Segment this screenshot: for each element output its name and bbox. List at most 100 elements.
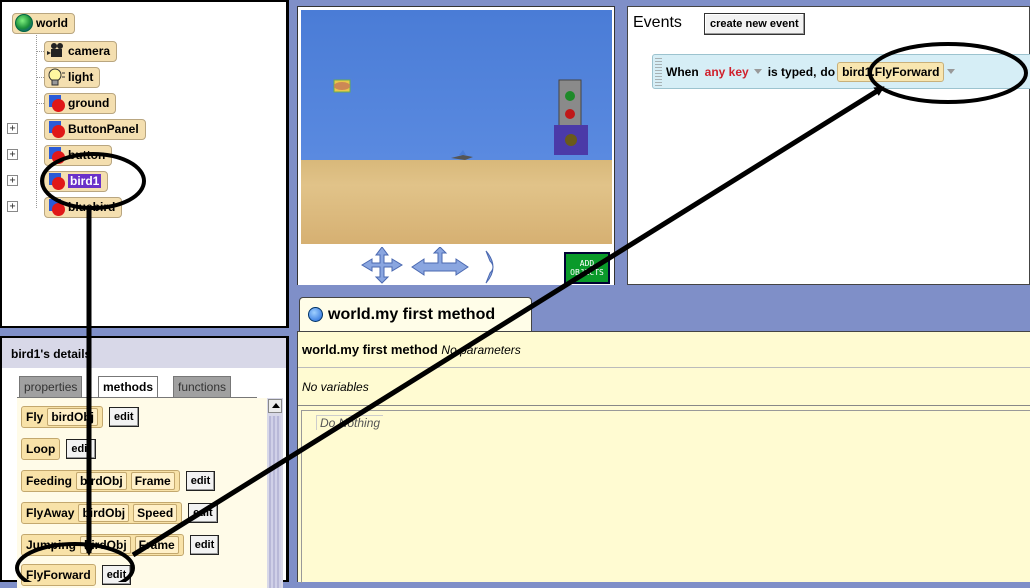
expand-toggle[interactable]: + (7, 123, 18, 134)
edit-button[interactable]: edit (101, 565, 132, 585)
method-body[interactable]: Do Nothing (301, 410, 1030, 583)
tab-methods[interactable]: methods (98, 376, 159, 398)
event-do-label: do (820, 64, 836, 79)
method-name: Loop (26, 442, 56, 456)
tree-item-world[interactable]: world (12, 12, 75, 34)
method-param: Frame (130, 472, 175, 490)
tree-item-light[interactable]: light (44, 66, 101, 88)
object-icon (47, 146, 65, 164)
do-nothing-placeholder: Do Nothing (316, 415, 384, 430)
tree-item-bluebird[interactable]: bluebird (44, 196, 123, 218)
method-param: birdObj (76, 472, 127, 490)
tree-item-label: ground (68, 96, 110, 110)
tree-item-ground[interactable]: ground (44, 92, 117, 114)
method-param: birdObj (78, 504, 130, 522)
bird-icon (451, 150, 473, 160)
method-icon (308, 307, 323, 322)
event-row[interactable]: When any key is typed, do bird1.FlyForwa… (652, 54, 1030, 89)
tree-item-camera[interactable]: camera (44, 40, 118, 62)
chevron-down-icon[interactable] (753, 68, 762, 74)
rotate-camera-icon (485, 250, 494, 284)
tree-item-label: bluebird (68, 200, 116, 214)
scene-viewport[interactable] (301, 10, 612, 244)
drag-handle[interactable] (655, 57, 662, 86)
method-tile: FlyAway birdObj Speed (21, 502, 183, 524)
scene-view-panel: ADD OBJECTS (297, 6, 615, 285)
tree-item-label: light (68, 70, 94, 84)
method-row[interactable]: FlyAway birdObj Speed edit (21, 502, 218, 524)
method-tile: Feeding birdObj Frame (21, 470, 180, 492)
method-name: Fly (26, 410, 44, 424)
edit-button[interactable]: edit (188, 503, 218, 523)
bird-on-button-icon (333, 79, 351, 93)
events-panel: Events create new event When any key is … (627, 6, 1030, 285)
object-icon (47, 172, 65, 190)
method-param: birdObj (47, 408, 99, 426)
tree-item-button[interactable]: button (44, 144, 113, 166)
method-param: birdObj (80, 536, 131, 554)
move-camera-icon (361, 247, 403, 284)
lightbulb-icon (47, 68, 65, 86)
method-tile: Jumping birdObj Frame (21, 534, 184, 556)
camera-icon (47, 42, 65, 60)
create-new-event-button[interactable]: create new event (704, 13, 805, 35)
method-tile: FlyForward (21, 564, 96, 586)
tab-label: world.my first method (328, 306, 496, 323)
details-panel: bird1's details properties methods funct… (0, 336, 289, 588)
tree-item-buttonpanel[interactable]: ButtonPanel (44, 118, 146, 140)
tree-line (36, 28, 37, 208)
expand-toggle[interactable]: + (7, 201, 18, 212)
method-row[interactable]: Fly birdObj edit (21, 406, 139, 428)
method-variables: No variables (298, 369, 1030, 406)
method-tile: Fly birdObj (21, 406, 104, 428)
method-name: Jumping (26, 538, 76, 552)
object-icon (47, 94, 65, 112)
key-dropdown[interactable]: any key (705, 65, 749, 79)
events-title: Events (633, 14, 682, 31)
object-icon (47, 120, 65, 138)
tree-item-bird1[interactable]: bird1 (44, 170, 109, 192)
methods-list: Fly birdObj edit Loop edit Feeding birdObj… (17, 398, 267, 588)
edit-button[interactable]: edit (66, 439, 96, 459)
chevron-down-icon[interactable] (947, 68, 956, 74)
event-method-tile[interactable]: bird1.FlyForward (837, 61, 945, 82)
method-editor: world.my first method No parameters No v… (297, 331, 1030, 583)
expand-toggle[interactable]: + (7, 175, 18, 186)
scroll-up-button[interactable] (268, 399, 282, 413)
method-name: FlyAway (26, 506, 75, 520)
edit-button[interactable]: edit (109, 407, 139, 427)
scroll-thumb[interactable] (269, 416, 281, 588)
tree-item-label: button (68, 148, 106, 162)
tree-item-label: world (36, 16, 68, 30)
add-objects-button[interactable]: ADD OBJECTS (564, 252, 610, 284)
tab-functions[interactable]: functions (173, 376, 232, 397)
tree-item-label: bird1 (68, 174, 102, 188)
tab-method-editor[interactable]: world.my first method (299, 297, 532, 332)
event-when-label: When (666, 64, 699, 79)
method-name: FlyForward (26, 568, 91, 582)
event-is-typed-label: is typed, (767, 64, 817, 79)
tilt-camera-icon (411, 247, 469, 276)
method-row[interactable]: Feeding birdObj Frame edit (21, 470, 216, 492)
scene-objects (333, 79, 588, 160)
method-name: Feeding (26, 474, 73, 488)
methods-scrollbar[interactable] (267, 398, 283, 588)
tree-item-label: camera (68, 44, 111, 58)
edit-button[interactable]: edit (189, 535, 220, 555)
tree-item-label: ButtonPanel (68, 122, 139, 136)
edit-button[interactable]: edit (185, 471, 216, 491)
expand-toggle[interactable]: + (7, 149, 18, 160)
method-row[interactable]: Loop edit (21, 438, 96, 460)
globe-icon (15, 14, 33, 32)
method-row[interactable]: FlyForward edit (21, 564, 132, 586)
method-param: Frame (134, 536, 179, 554)
button-panel-icon (554, 79, 588, 155)
method-tile: Loop (21, 438, 61, 460)
object-icon (47, 198, 65, 216)
method-param: Speed (133, 504, 178, 522)
details-title: bird1's details (2, 338, 286, 368)
method-row[interactable]: Jumping birdObj Frame edit (21, 534, 220, 556)
method-header: world.my first method No parameters (298, 332, 1030, 368)
tab-properties[interactable]: properties (19, 376, 83, 397)
method-params: No parameters (441, 343, 521, 357)
